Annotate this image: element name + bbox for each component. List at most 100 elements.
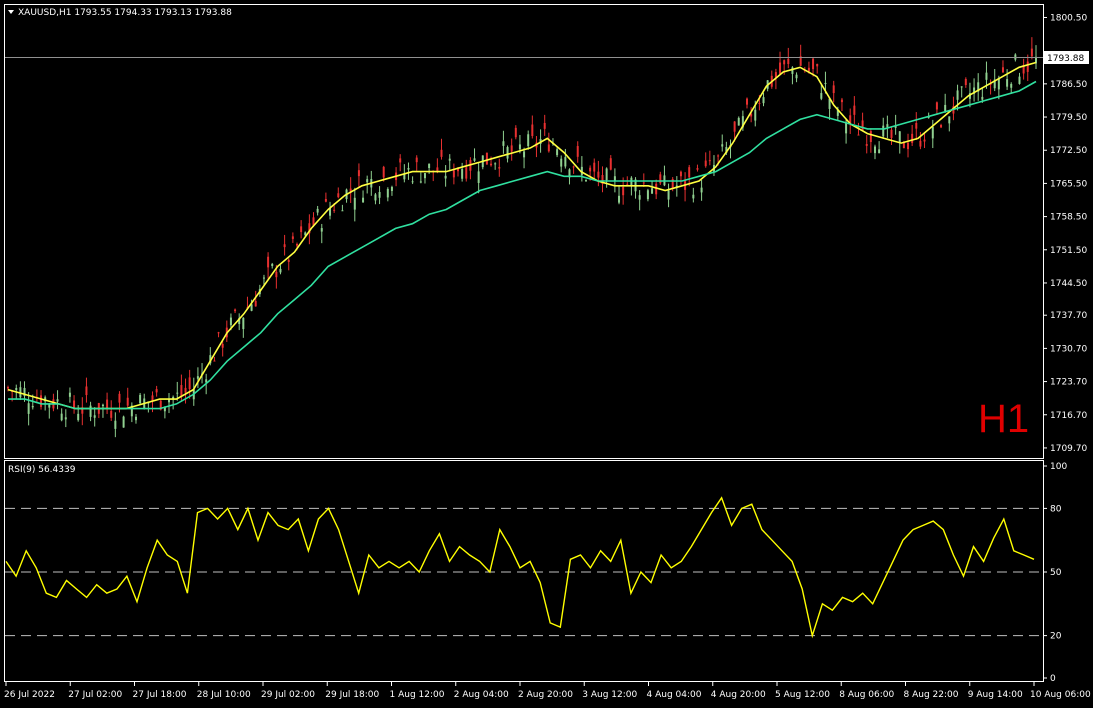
price-tick-label: 1765.50 xyxy=(1050,179,1087,189)
symbol-dropdown-icon[interactable] xyxy=(8,10,14,14)
candle-body xyxy=(956,90,959,100)
candle-body xyxy=(242,317,245,330)
candle-body xyxy=(390,186,393,191)
candle-body xyxy=(679,171,682,177)
candle-body xyxy=(923,139,926,142)
candle-body xyxy=(267,256,270,268)
candle-body xyxy=(366,179,369,183)
candle-body xyxy=(1006,79,1009,87)
candle-body xyxy=(229,317,232,326)
time-tick-label: 27 Jul 18:00 xyxy=(133,690,187,700)
candle-body xyxy=(576,146,579,157)
candle-body xyxy=(609,158,612,170)
timeframe-label: H1 xyxy=(978,397,1029,441)
candle-body xyxy=(816,63,819,67)
candle-body xyxy=(1010,83,1013,88)
candle-body xyxy=(188,377,191,390)
candle-body xyxy=(832,85,835,94)
rsi-tick-label: 50 xyxy=(1050,568,1062,578)
time-tick-label: 5 Aug 12:00 xyxy=(775,690,830,700)
price-tick-label: 1730.70 xyxy=(1050,344,1087,354)
candle-body xyxy=(717,155,720,157)
candle-body xyxy=(857,134,860,136)
rsi-header: RSI(9) 56.4339 xyxy=(8,465,76,475)
candle-body xyxy=(106,399,109,409)
candle-body xyxy=(101,404,104,407)
candle-body xyxy=(110,410,113,418)
time-tick-label: 8 Aug 22:00 xyxy=(904,690,959,700)
candle-body xyxy=(40,395,43,407)
candle-body xyxy=(502,141,505,146)
candle-body xyxy=(721,144,724,147)
candle-body xyxy=(651,188,654,194)
time-tick-label: 10 Aug 06:00 xyxy=(1030,690,1091,700)
rsi-tick-label: 20 xyxy=(1050,632,1062,642)
candle-body xyxy=(341,210,344,212)
candle-body xyxy=(461,169,464,179)
candle-body xyxy=(890,129,893,138)
candle-body xyxy=(378,191,381,198)
ma-line-2 xyxy=(8,80,1037,410)
candlesticks xyxy=(7,37,1037,438)
candle-body xyxy=(362,197,365,203)
candle-body xyxy=(646,190,649,200)
candle-body xyxy=(300,226,303,233)
candle-body xyxy=(737,117,740,126)
candle-body xyxy=(655,183,658,195)
candle-body xyxy=(134,416,137,421)
current-price-label: 1793.88 xyxy=(1047,54,1084,64)
candle-body xyxy=(700,187,703,193)
rsi-tick-label: 80 xyxy=(1050,504,1062,514)
candle-body xyxy=(791,67,794,74)
candle-body xyxy=(523,151,526,158)
candle-body xyxy=(180,385,183,397)
candle-body xyxy=(386,188,389,198)
candle-body xyxy=(605,168,608,181)
candle-body xyxy=(428,163,431,169)
candle-body xyxy=(122,416,125,428)
candle-body xyxy=(622,187,625,196)
price-axis: 1800.50 1786.50 1779.50 1772.50 1765.50 1758.… xyxy=(1043,13,1087,454)
candle-body xyxy=(423,173,426,179)
candle-body xyxy=(510,145,513,152)
candle-body xyxy=(382,166,385,178)
candle-body xyxy=(333,209,336,211)
candle-body xyxy=(779,62,782,74)
ma-line-1 xyxy=(7,61,1037,410)
candle-body xyxy=(1018,76,1021,84)
candle-body xyxy=(812,58,815,70)
candle-body xyxy=(696,168,699,170)
candle-body xyxy=(531,124,534,137)
candle-body xyxy=(448,158,451,161)
candle-body xyxy=(254,300,257,307)
price-tick-label: 1737.70 xyxy=(1050,311,1087,321)
candle-body xyxy=(213,360,216,362)
candle-body xyxy=(279,268,282,273)
candle-body xyxy=(411,181,414,183)
candle-body xyxy=(155,389,158,393)
price-tick-label: 1744.50 xyxy=(1050,279,1087,289)
candle-body xyxy=(452,170,455,178)
candle-body xyxy=(291,236,294,239)
candle-body xyxy=(7,387,9,389)
candle-body xyxy=(234,309,237,312)
candle-body xyxy=(184,387,187,393)
candle-body xyxy=(85,386,88,396)
candle-body xyxy=(911,133,914,143)
candle-body xyxy=(419,181,422,183)
candle-body xyxy=(324,198,327,202)
candle-body xyxy=(886,124,889,128)
time-tick-label: 9 Aug 14:00 xyxy=(968,690,1023,700)
candle-body xyxy=(618,195,621,203)
candle-body xyxy=(316,208,319,213)
candle-body xyxy=(93,415,96,418)
candle-body xyxy=(865,144,868,146)
time-tick-label: 27 Jul 02:00 xyxy=(68,690,122,700)
price-tick-label: 1772.50 xyxy=(1050,146,1087,156)
candle-body xyxy=(948,116,951,124)
chart-canvas: 1800.50 1786.50 1779.50 1772.50 1765.50 1758.… xyxy=(4,4,1091,700)
candle-body xyxy=(547,144,550,152)
candle-body xyxy=(762,97,765,104)
candle-body xyxy=(196,376,199,379)
moving-averages xyxy=(7,61,1037,410)
